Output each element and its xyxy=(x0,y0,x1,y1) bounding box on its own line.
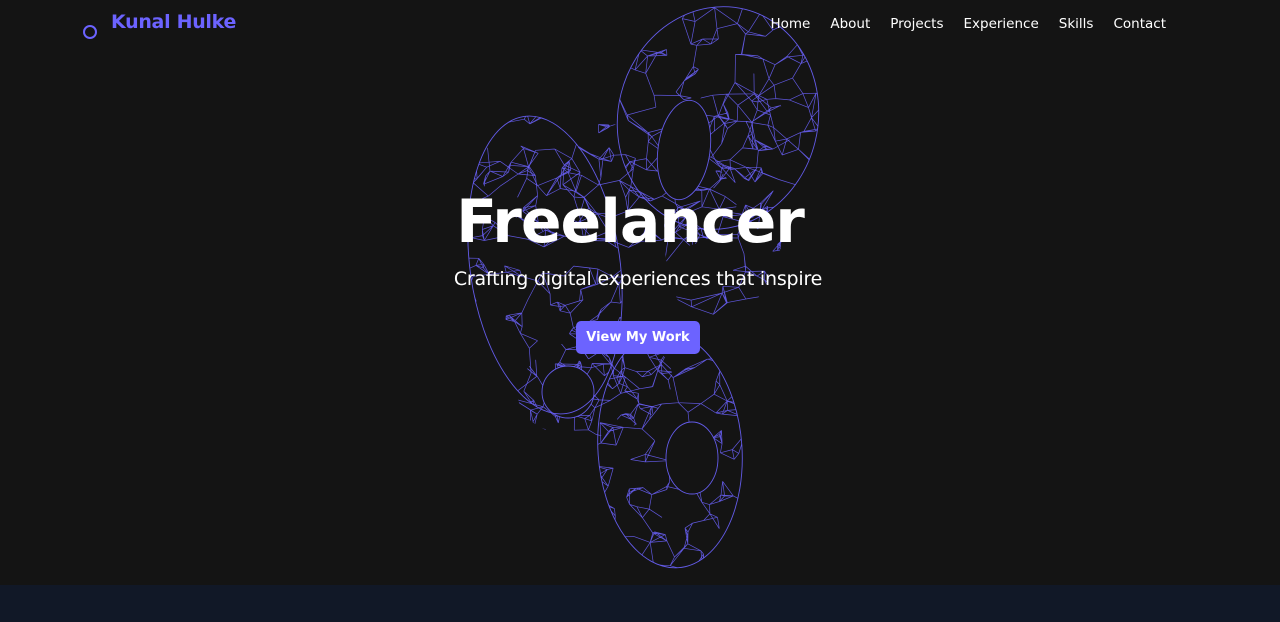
nav-item-home[interactable]: Home xyxy=(770,16,810,32)
brand-logo[interactable]: Kunal Hulke xyxy=(111,11,236,33)
nav-item-projects[interactable]: Projects xyxy=(890,16,943,32)
nav-item-about[interactable]: About xyxy=(830,16,870,32)
wireframe-knot-graphic xyxy=(454,0,830,573)
hero-title: Freelancer xyxy=(456,187,805,257)
view-my-work-button[interactable]: View My Work xyxy=(576,321,700,354)
nav-item-skills[interactable]: Skills xyxy=(1059,16,1094,32)
nav-item-contact[interactable]: Contact xyxy=(1113,16,1166,32)
nav-item-experience[interactable]: Experience xyxy=(963,16,1038,32)
hero-subtitle: Crafting digital experiences that inspir… xyxy=(453,268,823,290)
cursor-ring-icon xyxy=(83,25,97,39)
main-nav: Home About Projects Experience Skills Co… xyxy=(770,16,1166,32)
hero-section: Kunal Hulke Home About Projects Experien… xyxy=(0,0,1280,585)
next-section-strip xyxy=(0,585,1280,622)
page: Kunal Hulke Home About Projects Experien… xyxy=(0,0,1280,622)
